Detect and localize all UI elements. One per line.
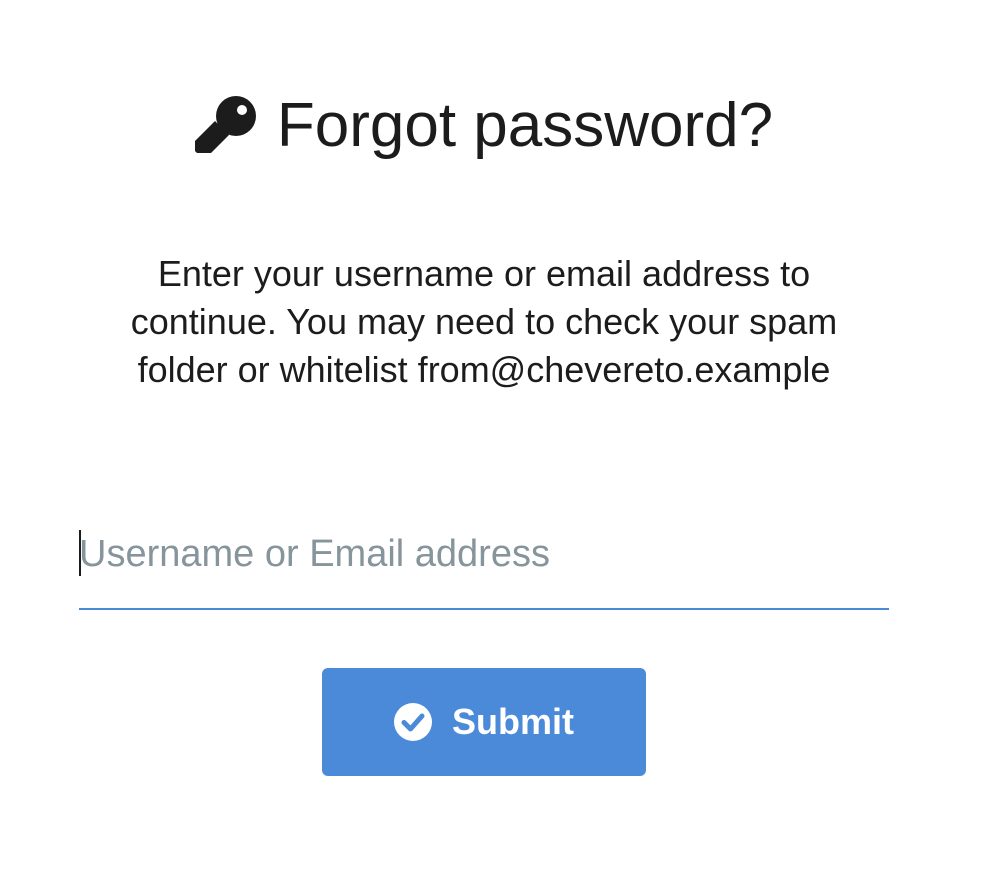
submit-button[interactable]: Submit bbox=[322, 668, 646, 776]
check-circle-icon bbox=[394, 703, 432, 741]
username-email-field-wrapper bbox=[79, 520, 889, 610]
username-email-input[interactable] bbox=[79, 520, 889, 588]
text-caret bbox=[79, 530, 81, 576]
key-icon bbox=[193, 93, 259, 159]
page-title: Forgot password? bbox=[276, 91, 774, 160]
instructions-text: Enter your username or email address to … bbox=[130, 253, 838, 390]
page-header: Forgot password? bbox=[0, 86, 966, 166]
submit-label: Submit bbox=[452, 701, 574, 742]
